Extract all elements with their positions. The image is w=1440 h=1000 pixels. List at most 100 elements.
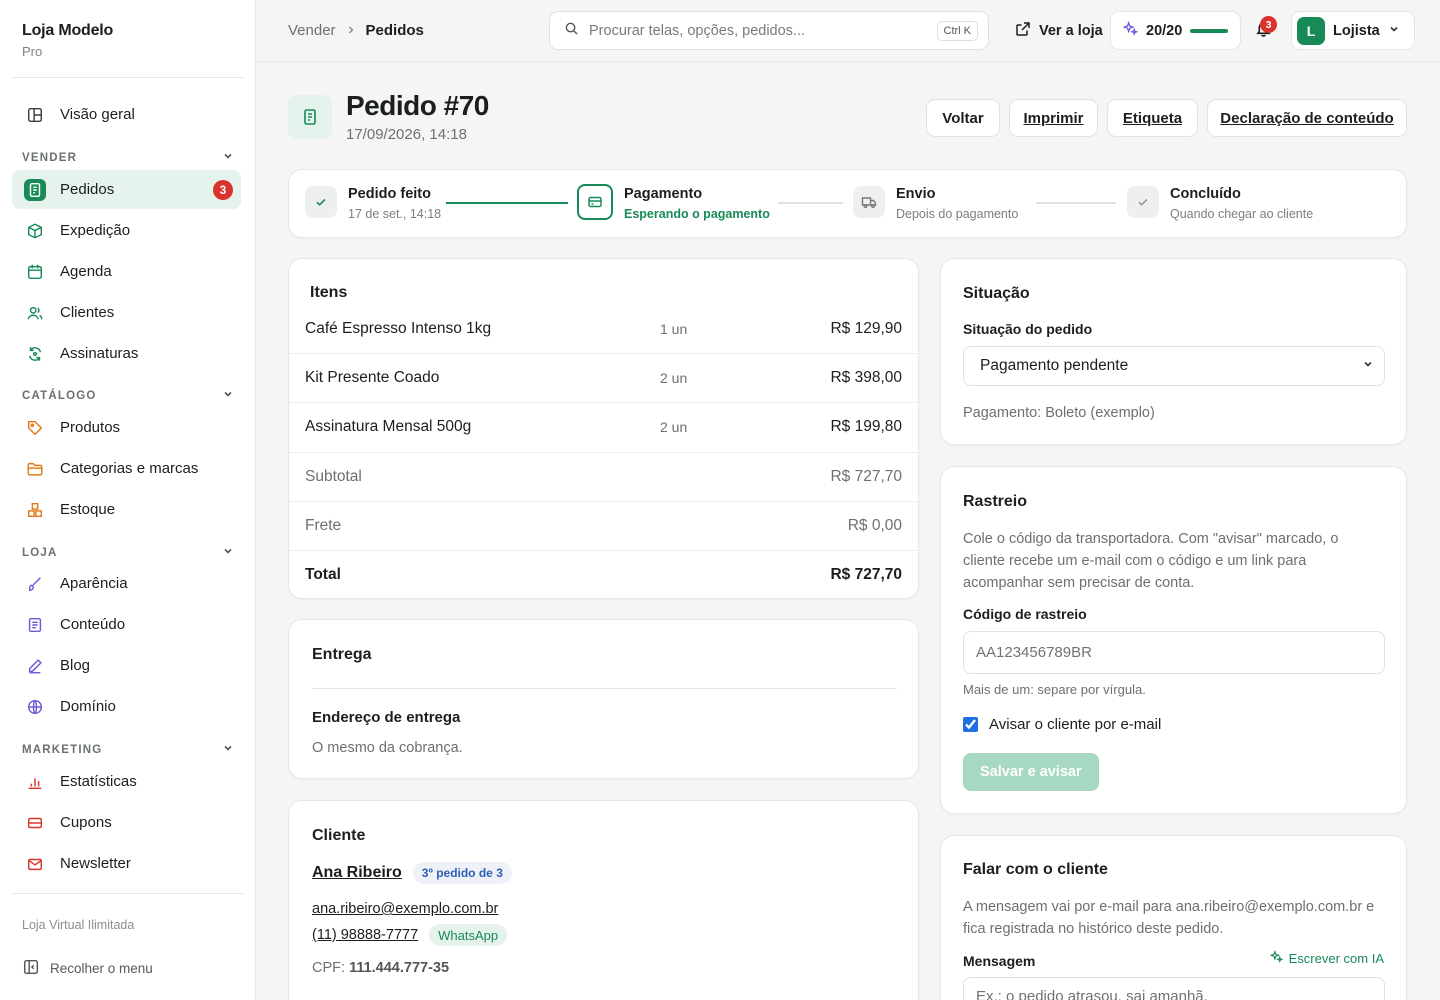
print-button[interactable]: Imprimir (1009, 99, 1098, 137)
shipping-label: Frete (305, 517, 342, 534)
sidebar-item-orders[interactable]: Pedidos 3 (12, 170, 241, 209)
order-status-select[interactable]: Pagamento pendente (963, 346, 1385, 386)
sidebar-item-categories[interactable]: Categorias e marcas (12, 449, 241, 488)
message-card: Falar com o cliente A mensagem vai por e… (940, 835, 1407, 1000)
sidebar-item-newsletter[interactable]: Newsletter (12, 844, 241, 883)
check-icon (305, 186, 337, 218)
avatar: L (1297, 16, 1325, 45)
back-button[interactable]: Voltar (926, 99, 1000, 137)
store-plan: Pro (22, 44, 43, 59)
total-label: Total (305, 566, 341, 583)
section-loja[interactable]: LOJA (22, 545, 234, 560)
notify-checkbox-input[interactable] (963, 717, 978, 732)
item-name: Assinatura Mensal 500g (305, 418, 472, 435)
section-marketing[interactable]: MARKETING (22, 742, 234, 757)
notifications-button[interactable]: 3 (1244, 11, 1282, 50)
tracking-hint: Mais de um: separe por vírgula. (963, 682, 1146, 697)
sidebar-item-blog[interactable]: Blog (12, 646, 241, 685)
truck-icon (853, 186, 885, 218)
section-title: CATÁLOGO (22, 389, 97, 402)
sidebar-item-stock[interactable]: Estoque (12, 490, 241, 529)
sidebar-item-appearance[interactable]: Aparência (12, 564, 241, 603)
chevron-down-icon (1362, 357, 1374, 375)
divider (12, 893, 244, 894)
sidebar-item-shipping[interactable]: Expedição (12, 211, 241, 250)
tracking-code-input[interactable] (976, 644, 1372, 661)
refresh-icon (24, 343, 46, 365)
order-count-badge: 3º pedido de 3 (412, 862, 512, 884)
divider (312, 688, 897, 689)
customer-name-link[interactable]: Ana Ribeiro (312, 864, 402, 882)
message-title: Falar com o cliente (963, 861, 1108, 878)
step-title: Envio (896, 186, 936, 202)
item-price: R$ 129,90 (830, 319, 902, 337)
sidebar-item-label: Expedição (60, 222, 131, 239)
write-with-ai-button[interactable]: Escrever com IA (1269, 949, 1384, 966)
step-sub: Quando chegar ao cliente (1170, 207, 1314, 221)
order-progress: Pedido feito 17 de set., 14:18 Pagamento E… (288, 169, 1407, 238)
divider (12, 77, 244, 78)
sidebar-item-overview[interactable]: Visão geral (12, 95, 241, 134)
sidebar-item-content[interactable]: Conteúdo (12, 605, 241, 644)
sidebar-item-label: Cupons (60, 814, 112, 831)
chevron-down-icon (222, 545, 234, 560)
label-button[interactable]: Etiqueta (1107, 99, 1198, 137)
message-field-label: Mensagem (963, 953, 1036, 969)
item-qty: 1 un (660, 320, 688, 337)
message-input[interactable] (976, 988, 1372, 1000)
sidebar-item-calendar[interactable]: Agenda (12, 252, 241, 291)
customer-phone-link[interactable]: (11) 98888-7777 (312, 927, 418, 943)
brand[interactable]: Loja Modelo Pro (22, 22, 113, 59)
tracking-description: Cole o código da transportadora. Com "av… (963, 531, 1339, 591)
save-and-notify-button[interactable]: Salvar e avisar (963, 753, 1099, 791)
notify-customer-checkbox[interactable]: Avisar o cliente por e-mail (963, 716, 1161, 733)
step-connector (778, 202, 843, 204)
search-input[interactable] (589, 22, 927, 39)
sidebar-item-label: Agenda (60, 263, 112, 280)
sidebar-item-label: Domínio (60, 698, 116, 715)
check-icon (1127, 186, 1159, 218)
customer-cpf: CPF: 111.444.777-35 (312, 960, 449, 976)
sidebar-item-subscriptions[interactable]: Assinaturas (12, 334, 241, 373)
whatsapp-button[interactable]: WhatsApp (429, 924, 508, 946)
sidebar-item-products[interactable]: Produtos (12, 408, 241, 447)
shortcut-hint: Ctrl K (936, 20, 978, 41)
subtotal-label: Subtotal (305, 468, 362, 485)
global-search[interactable]: Ctrl K (549, 11, 989, 50)
delivery-card: Entrega Endereço de entrega O mesmo da c… (288, 619, 919, 779)
total-row: Total R$ 727,70 (289, 550, 918, 598)
card-icon (577, 184, 613, 220)
view-store-button[interactable]: Ver a loja (1002, 11, 1116, 50)
shipping-value: R$ 0,00 (847, 517, 902, 534)
items-card: Itens Café Espresso Intenso 1kg 1 un R$ … (288, 258, 919, 599)
breadcrumb-current: Pedidos (365, 22, 424, 39)
step-completed: Concluído Quando chegar ao cliente (1127, 186, 1313, 221)
section-vender[interactable]: VENDER (22, 150, 234, 165)
customer-email-link[interactable]: ana.ribeiro@exemplo.com.br (312, 901, 498, 917)
sidebar-item-coupons[interactable]: Cupons (12, 803, 241, 842)
message-field[interactable] (963, 977, 1385, 1000)
ai-credits[interactable]: 20/20 (1110, 11, 1242, 50)
collapse-menu-button[interactable]: Recolher o menu (22, 958, 153, 979)
sidebar-item-stats[interactable]: Estatísticas (12, 762, 241, 801)
sidebar-item-label: Blog (60, 657, 91, 674)
receipt-icon (24, 178, 46, 201)
sidebar-item-customers[interactable]: Clientes (12, 293, 241, 332)
ai-credits-value: 20/20 (1146, 22, 1183, 39)
address-label: Endereço de entrega (312, 709, 461, 726)
item-qty: 2 un (660, 370, 688, 386)
content-declaration-button[interactable]: Declaração de conteúdo (1207, 99, 1407, 137)
sidebar-item-domain[interactable]: Domínio (12, 687, 241, 726)
section-title: MARKETING (22, 743, 103, 756)
bar-chart-icon (24, 771, 46, 793)
order-icon (288, 95, 332, 139)
sidebar-item-label: Aparência (60, 575, 128, 592)
sidebar-item-label: Newsletter (60, 855, 131, 872)
tracking-code-field[interactable] (963, 631, 1385, 674)
step-payment: Pagamento Esperando o pagamento (577, 184, 770, 221)
pen-icon (24, 655, 46, 677)
section-catalogo[interactable]: CATÁLOGO (22, 388, 234, 403)
step-shipping: Envio Depois do pagamento (853, 186, 1018, 221)
user-menu[interactable]: L Lojista (1291, 11, 1415, 50)
breadcrumb-link[interactable]: Vender (288, 22, 336, 39)
